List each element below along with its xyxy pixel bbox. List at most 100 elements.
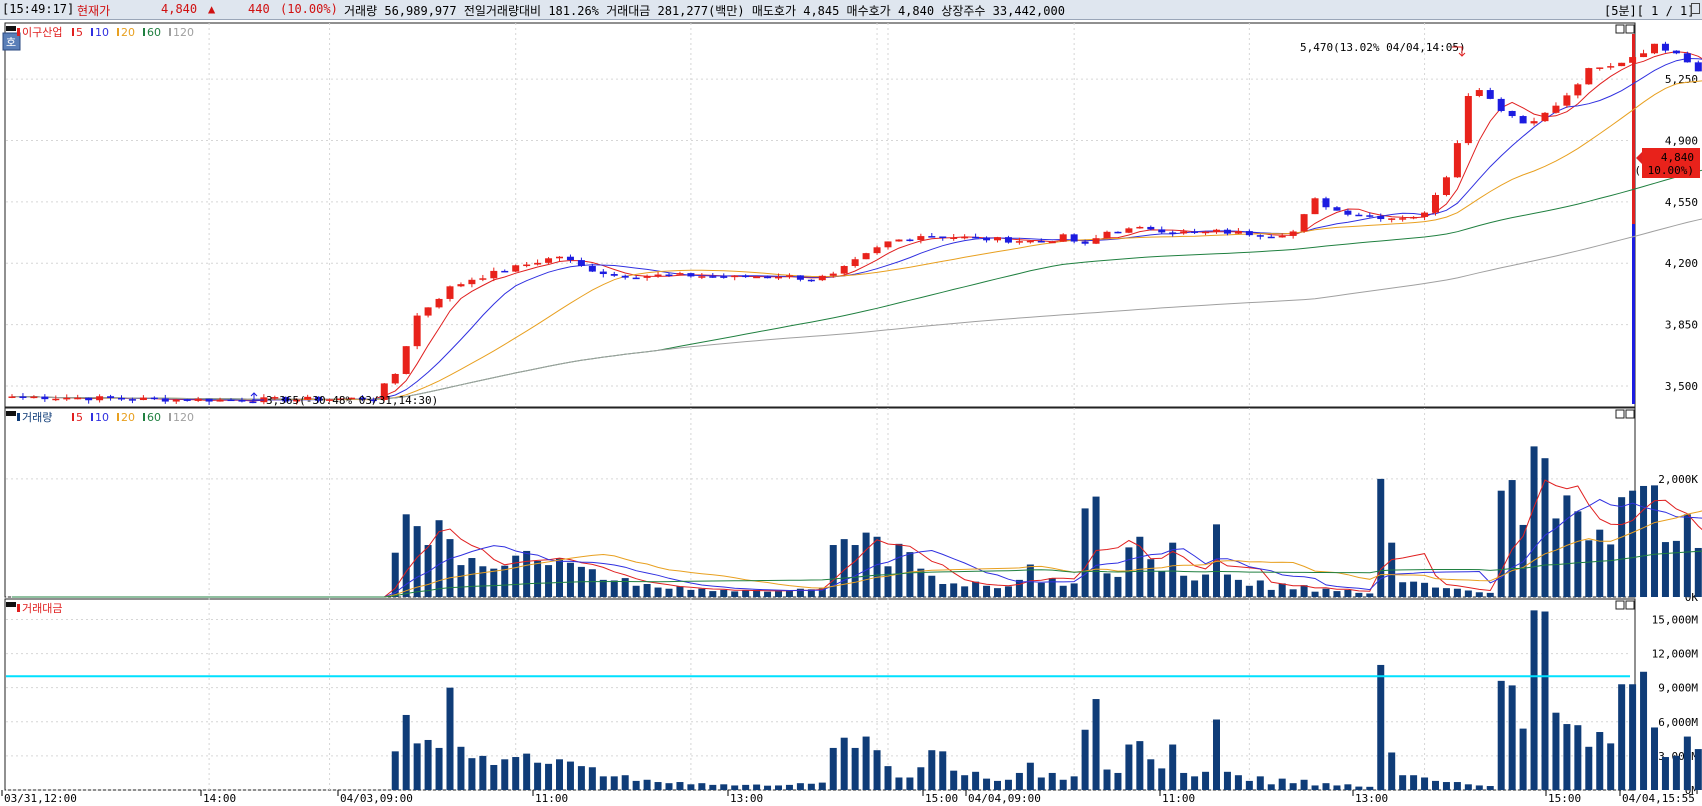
x-tick-label: 03/31,12:00 bbox=[4, 792, 77, 805]
volume-bar bbox=[851, 545, 859, 597]
candle-body bbox=[1475, 90, 1483, 96]
amount-bar bbox=[1508, 685, 1516, 790]
amount-pane-close-icon[interactable] bbox=[1625, 600, 1635, 610]
volume-bar bbox=[1366, 593, 1374, 597]
amount-bar bbox=[1136, 741, 1144, 790]
volume-settings-icon[interactable] bbox=[6, 411, 16, 416]
price-legend: 호 이구산업 5 10 20 60 120 bbox=[2, 26, 194, 51]
amount-bar bbox=[829, 747, 837, 790]
ma-legend-label: 5 bbox=[76, 411, 83, 424]
ma-legend-label: 5 bbox=[76, 26, 83, 39]
candle-body bbox=[1213, 229, 1220, 232]
candle-body bbox=[1432, 194, 1439, 213]
volume-bar bbox=[610, 580, 618, 597]
candle-body bbox=[1618, 62, 1626, 67]
amount-bar bbox=[1541, 611, 1549, 790]
annotations: 5,470(13.02% 04/04,14:05) 3,365(-30.48% … bbox=[250, 41, 1466, 407]
candle-body bbox=[74, 397, 82, 400]
volume-bar bbox=[1037, 582, 1045, 597]
candle-body bbox=[1399, 218, 1407, 220]
amount-bar bbox=[742, 784, 750, 790]
volume-bar bbox=[1607, 544, 1615, 597]
amount-bar bbox=[1607, 743, 1615, 790]
candle-body bbox=[85, 397, 93, 401]
candle-body bbox=[150, 397, 158, 400]
amount-bar bbox=[1333, 785, 1341, 790]
amount-bar bbox=[1092, 699, 1100, 790]
current-price-label: 현재가 bbox=[77, 4, 111, 18]
volume-bar bbox=[1618, 497, 1626, 597]
amount-bar bbox=[424, 739, 432, 790]
amount-bar bbox=[1147, 759, 1155, 790]
candle-body bbox=[1245, 231, 1253, 236]
candle-body bbox=[1191, 231, 1199, 233]
candle-body bbox=[194, 398, 202, 401]
candle-body bbox=[1563, 95, 1571, 106]
candle-body bbox=[1683, 53, 1691, 63]
candle-body bbox=[1180, 231, 1188, 234]
volume-bar bbox=[643, 584, 651, 597]
amount-bar bbox=[479, 755, 487, 790]
volume-bar bbox=[621, 578, 629, 597]
candle-body bbox=[1651, 43, 1658, 54]
amount-bar bbox=[1256, 776, 1264, 790]
amount-pane-maximize-icon[interactable] bbox=[1615, 600, 1625, 610]
volume-bar bbox=[457, 565, 465, 597]
candle-body bbox=[479, 278, 487, 280]
amount-bar bbox=[446, 687, 454, 790]
x-tick-label: 13:00 bbox=[1355, 792, 1388, 805]
period-selector[interactable]: [5분][ 1 / 1] bbox=[1604, 2, 1695, 19]
amount-bar bbox=[1563, 724, 1571, 790]
candle-body bbox=[96, 396, 104, 401]
amount-bar bbox=[1344, 784, 1352, 790]
candle-body bbox=[840, 266, 848, 274]
volume-bar bbox=[928, 575, 936, 597]
amount-bar bbox=[731, 785, 739, 790]
amount-bar bbox=[1114, 772, 1122, 790]
ma-legend-marker bbox=[169, 413, 171, 421]
candle-body bbox=[1300, 214, 1308, 232]
candle-body bbox=[1508, 110, 1516, 117]
settings-icon[interactable] bbox=[6, 26, 16, 31]
amount-bar bbox=[1191, 776, 1199, 790]
price-pane-close-icon[interactable] bbox=[1625, 24, 1635, 34]
amount-bars bbox=[6, 610, 1702, 790]
volume-pane-maximize-icon[interactable] bbox=[1615, 409, 1625, 419]
amount-settings-icon[interactable] bbox=[6, 602, 16, 607]
candle-body bbox=[1388, 218, 1396, 220]
candle-body bbox=[424, 307, 432, 316]
amount-bar bbox=[534, 762, 542, 790]
volume-bar bbox=[1256, 580, 1264, 597]
volume-bar bbox=[1410, 581, 1418, 597]
candle-body bbox=[698, 276, 706, 278]
volume-bar bbox=[884, 566, 892, 597]
amount-bar bbox=[1629, 684, 1637, 790]
amount-bar bbox=[928, 750, 936, 790]
ma10-line bbox=[11, 57, 1702, 401]
volume-bar bbox=[1004, 586, 1012, 597]
volume-bar bbox=[424, 545, 432, 597]
amount-bar bbox=[599, 776, 607, 790]
window-icon[interactable] bbox=[1691, 3, 1700, 14]
price-tick-label: 4,200 bbox=[1665, 257, 1698, 270]
volume-pane-close-icon[interactable] bbox=[1625, 409, 1635, 419]
volume-bar bbox=[1453, 588, 1461, 597]
current-price-value: 4,840 bbox=[161, 2, 198, 16]
volume-bar bbox=[1300, 585, 1308, 597]
price-pane-maximize-icon[interactable] bbox=[1615, 24, 1625, 34]
candle-body bbox=[402, 346, 410, 374]
volume-bar bbox=[775, 591, 782, 597]
up-arrow-icon: ▲ bbox=[208, 2, 216, 16]
amount-bar bbox=[687, 784, 695, 790]
x-tick-label: 04/03,09:00 bbox=[340, 792, 413, 805]
candle-body bbox=[1059, 234, 1067, 242]
candle-body bbox=[1103, 231, 1111, 239]
volume-bar bbox=[588, 569, 596, 597]
volume-bar bbox=[1661, 542, 1669, 597]
amount-bar bbox=[1432, 780, 1439, 790]
candle-body bbox=[238, 400, 246, 402]
price-tick-label: 4,900 bbox=[1665, 134, 1698, 147]
amount-legend-marker bbox=[17, 604, 20, 612]
ma-legend-marker bbox=[91, 413, 93, 421]
amount-bar bbox=[1311, 785, 1319, 790]
